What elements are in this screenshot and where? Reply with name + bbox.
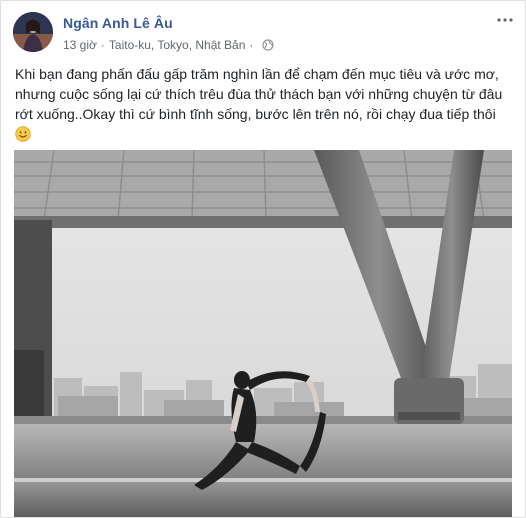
more-options-icon[interactable]	[495, 13, 515, 27]
post-photo[interactable]	[14, 150, 512, 517]
meta-separator: ·	[249, 38, 254, 52]
globe-icon[interactable]	[262, 39, 275, 51]
post-time[interactable]: 13 giờ	[63, 38, 97, 52]
rooftop-yoga-photo	[14, 150, 512, 517]
meta-separator: ·	[100, 38, 105, 52]
post-location[interactable]: Taito-ku, Tokyo, Nhật Bản	[109, 38, 246, 52]
avatar-image	[13, 12, 53, 52]
avatar[interactable]	[13, 12, 53, 52]
author-name[interactable]: Ngân Anh Lê Âu	[63, 15, 173, 31]
post-text-line: rớt xuống..Okay thì cứ bình tĩnh sống, b…	[15, 106, 496, 122]
smile-emoji-icon	[15, 126, 31, 142]
post-card: Ngân Anh Lê Âu 13 giờ · Taito-ku, Tokyo,…	[0, 0, 526, 518]
post-text-line: Khi bạn đang phấn đấu gấp trăm nghìn lần…	[15, 66, 499, 82]
post-text: Khi bạn đang phấn đấu gấp trăm nghìn lần…	[13, 64, 513, 144]
post-text-emoji-line	[13, 124, 513, 144]
post-text-line: nhưng cuộc sống lại cứ thích trêu đùa th…	[15, 86, 503, 102]
post-meta: 13 giờ · Taito-ku, Tokyo, Nhật Bản ·	[63, 38, 275, 52]
